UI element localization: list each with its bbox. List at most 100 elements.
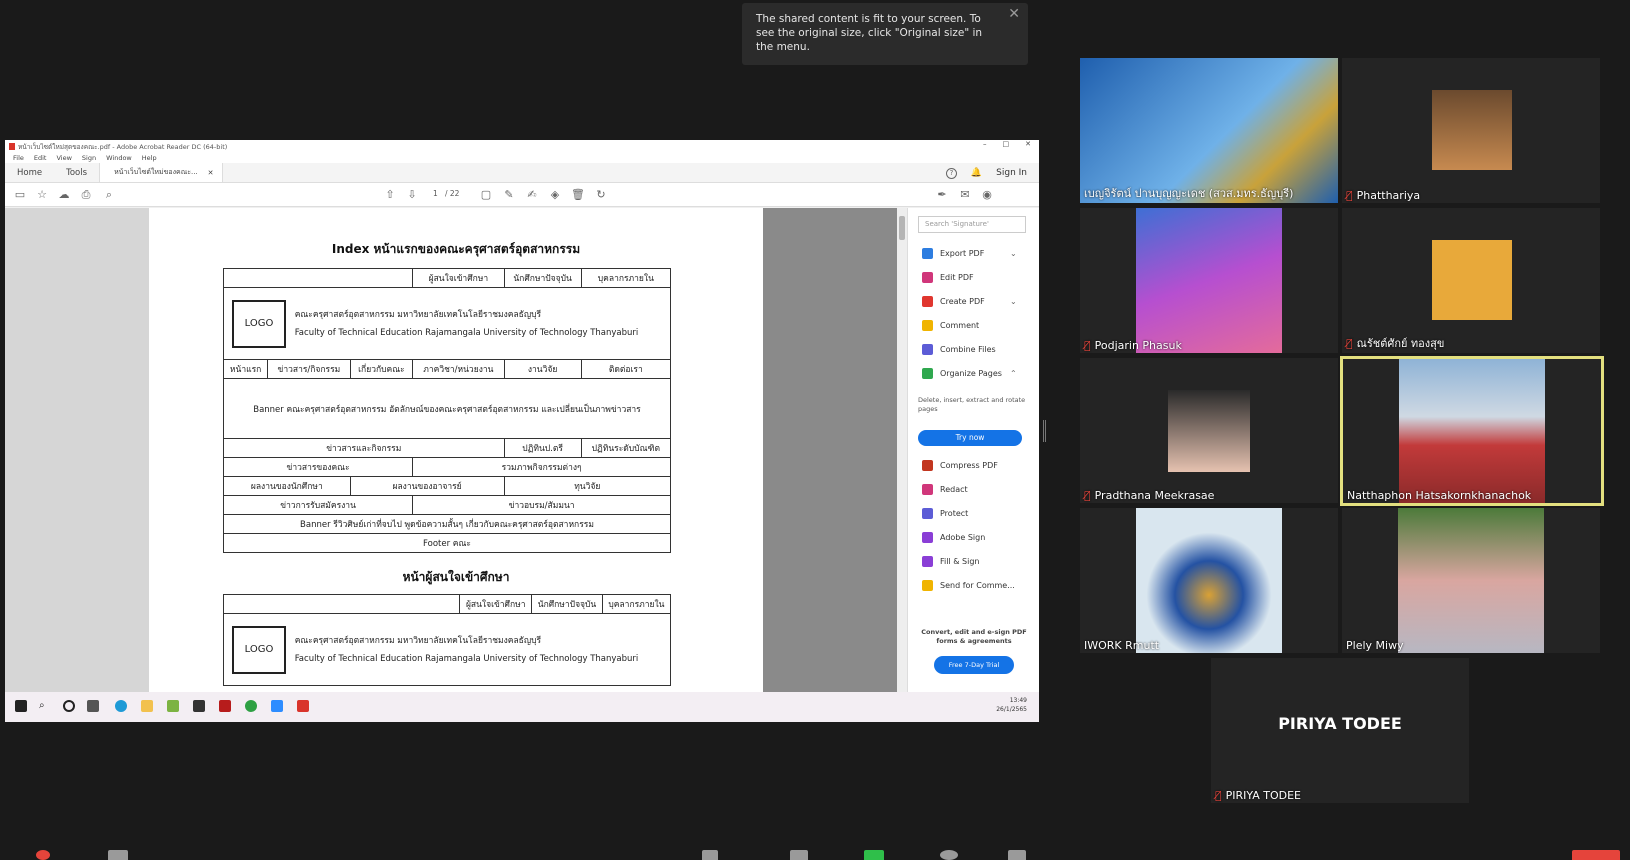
compress-pdf-icon bbox=[922, 460, 933, 471]
activity-photos-cell: รวมภาพกิจกรรมต่างๆ bbox=[412, 457, 671, 477]
tab-document[interactable]: หน้าเว็บไซต์ใหม่ของคณะ... ✕ bbox=[99, 163, 223, 182]
tools-search-input[interactable]: Search 'Signature' bbox=[918, 216, 1026, 233]
record-button[interactable] bbox=[940, 850, 958, 860]
delete-icon[interactable]: 🗑 bbox=[571, 188, 585, 202]
app-icon[interactable] bbox=[167, 700, 179, 712]
adobe-sign-icon bbox=[922, 532, 933, 543]
menu-view[interactable]: View bbox=[56, 154, 71, 162]
training-cell: ข่าวอบรม/สัมมนา bbox=[412, 495, 671, 515]
end-meeting-button[interactable] bbox=[1572, 850, 1620, 860]
acrobat-tabbar: Home Tools หน้าเว็บไซต์ใหม่ของคณะ... ✕ ?… bbox=[5, 163, 1039, 183]
acrobat-taskbar-icon[interactable] bbox=[297, 700, 309, 712]
panel-splitter[interactable] bbox=[1043, 420, 1046, 442]
draw-icon[interactable]: ✍ bbox=[525, 188, 539, 202]
try-now-button[interactable]: Try now bbox=[918, 430, 1022, 446]
close-window-icon[interactable]: ✕ bbox=[1025, 140, 1031, 148]
index-layout-table: ผู้สนใจเข้าศึกษา นักศึกษาปัจจุบัน บุคลาก… bbox=[222, 268, 672, 553]
task-view-icon[interactable] bbox=[87, 700, 99, 712]
sign-icon[interactable]: ✒ bbox=[935, 188, 949, 202]
bell-icon[interactable]: 🔔 bbox=[971, 168, 982, 178]
meeting-controls-bar bbox=[0, 848, 1630, 860]
participant-tile[interactable]: 🎙̸ Phatthariya bbox=[1342, 58, 1600, 203]
highlight-icon[interactable]: ✎ bbox=[502, 188, 516, 202]
tool-export-pdf[interactable]: Export PDF ⌄ bbox=[922, 248, 1017, 259]
redact-icon bbox=[922, 484, 933, 495]
close-icon[interactable]: ✕ bbox=[1008, 7, 1020, 21]
reactions-button[interactable] bbox=[1008, 850, 1026, 860]
print-icon[interactable]: ⎙ bbox=[79, 188, 93, 202]
page-up-icon[interactable]: ⇧ bbox=[383, 188, 397, 202]
participant-tile[interactable]: Plely Miwy bbox=[1342, 508, 1600, 653]
tab-home[interactable]: Home bbox=[5, 163, 54, 182]
menu-window[interactable]: Window bbox=[106, 154, 132, 162]
page-number-field[interactable]: 1 bbox=[433, 189, 438, 198]
video-button[interactable] bbox=[108, 850, 128, 860]
participant-tile[interactable]: PIRIYA TODEE 🎙̸ PIRIYA TODEE bbox=[1211, 658, 1469, 803]
logo-placeholder: LOGO bbox=[232, 299, 286, 348]
tool-edit-pdf[interactable]: Edit PDF bbox=[922, 272, 974, 283]
page-down-icon[interactable]: ⇩ bbox=[405, 188, 419, 202]
tool-redact[interactable]: Redact bbox=[922, 484, 968, 495]
search-icon[interactable]: ⌕ bbox=[39, 700, 51, 712]
save-icon[interactable]: ▭ bbox=[13, 188, 27, 202]
comment-icon[interactable]: ▢ bbox=[479, 188, 493, 202]
menu-sign[interactable]: Sign bbox=[82, 154, 96, 162]
free-trial-button[interactable]: Free 7-Day Trial bbox=[934, 656, 1014, 674]
tab-tools[interactable]: Tools bbox=[54, 163, 99, 182]
store-icon[interactable] bbox=[193, 700, 205, 712]
upload-icon[interactable]: ☁ bbox=[57, 188, 71, 202]
account-icon[interactable]: ◉ bbox=[980, 188, 994, 202]
tool-organize-pages[interactable]: Organize Pages ⌃ bbox=[922, 368, 1017, 379]
edge-icon[interactable] bbox=[115, 700, 127, 712]
menu-edit[interactable]: Edit bbox=[34, 154, 47, 162]
chat-button[interactable] bbox=[790, 850, 808, 860]
minimize-icon[interactable]: – bbox=[983, 140, 987, 148]
participant-tile-active-speaker[interactable]: Natthaphon Hatsakornkhanachok bbox=[1340, 356, 1604, 506]
tool-adobe-sign[interactable]: Adobe Sign bbox=[922, 532, 985, 543]
star-icon[interactable]: ☆ bbox=[35, 188, 49, 202]
zoom-app-icon[interactable] bbox=[271, 700, 283, 712]
nav-home: หน้าแรก bbox=[222, 359, 269, 379]
chrome-icon[interactable] bbox=[245, 700, 257, 712]
sign-in-link[interactable]: Sign In bbox=[996, 168, 1027, 178]
mute-button[interactable] bbox=[36, 850, 50, 860]
participant-tile[interactable]: 🎙̸ ณรัชต์ศักย์ ทองสุข bbox=[1342, 208, 1600, 353]
document-scrollbar[interactable] bbox=[897, 208, 907, 692]
tool-combine-files[interactable]: Combine Files bbox=[922, 344, 996, 355]
rotate-icon[interactable]: ↻ bbox=[594, 188, 608, 202]
participant-name: 🎙̸ Pradthana Meekrasae bbox=[1084, 489, 1215, 502]
zoom-icon[interactable]: ⌕ bbox=[102, 188, 116, 202]
participant-tile[interactable]: 🎙̸ Pradthana Meekrasae bbox=[1080, 358, 1338, 503]
tool-send-for-comment[interactable]: Send for Comme... bbox=[922, 580, 1015, 591]
stamp-icon[interactable]: ◈ bbox=[548, 188, 562, 202]
cortana-icon[interactable] bbox=[63, 700, 75, 712]
participants-button[interactable] bbox=[702, 850, 718, 860]
fit-screen-notice: The shared content is fit to your screen… bbox=[742, 3, 1028, 65]
menu-file[interactable]: File bbox=[13, 154, 24, 162]
nav-about: เกี่ยวกับคณะ bbox=[349, 359, 414, 379]
faculty-name-en: Faculty of Technical Education Rajamanga… bbox=[294, 653, 639, 664]
share-screen-button[interactable] bbox=[864, 850, 884, 860]
mail-icon[interactable]: ✉ bbox=[958, 188, 972, 202]
tool-fill-sign[interactable]: Fill & Sign bbox=[922, 556, 979, 567]
participant-tile[interactable]: IWORK Rmutt bbox=[1080, 508, 1338, 653]
file-explorer-icon[interactable] bbox=[141, 700, 153, 712]
windows-start-icon[interactable] bbox=[15, 700, 27, 712]
document-viewport[interactable]: Index หน้าแรกของคณะครุศาสตร์อุตสาหกรรม ผ… bbox=[5, 208, 897, 692]
comment-tool-icon bbox=[922, 320, 933, 331]
nav-contact: ติดต่อเรา bbox=[580, 359, 672, 379]
help-icon[interactable]: ? bbox=[945, 167, 957, 179]
tool-protect[interactable]: Protect bbox=[922, 508, 968, 519]
muted-mic-icon: 🎙̸ bbox=[1215, 789, 1222, 802]
tool-comment[interactable]: Comment bbox=[922, 320, 979, 331]
app-icon[interactable] bbox=[219, 700, 231, 712]
close-tab-icon[interactable]: ✕ bbox=[208, 169, 214, 177]
tool-compress-pdf[interactable]: Compress PDF bbox=[922, 460, 998, 471]
tool-create-pdf[interactable]: Create PDF ⌄ bbox=[922, 296, 1017, 307]
participant-tile[interactable]: เบญจิรัตน์ ปานบุญญะเดช (สวส.มทร.ธัญบุรี) bbox=[1080, 58, 1338, 203]
menu-help[interactable]: Help bbox=[142, 154, 157, 162]
maximize-icon[interactable]: □ bbox=[1003, 140, 1010, 148]
participant-tile[interactable]: 🎙̸ Podjarin Phasuk bbox=[1080, 208, 1338, 353]
audience-current: นักศึกษาปัจจุบัน bbox=[531, 594, 603, 614]
participant-name: 🎙̸ PIRIYA TODEE bbox=[1215, 789, 1302, 802]
